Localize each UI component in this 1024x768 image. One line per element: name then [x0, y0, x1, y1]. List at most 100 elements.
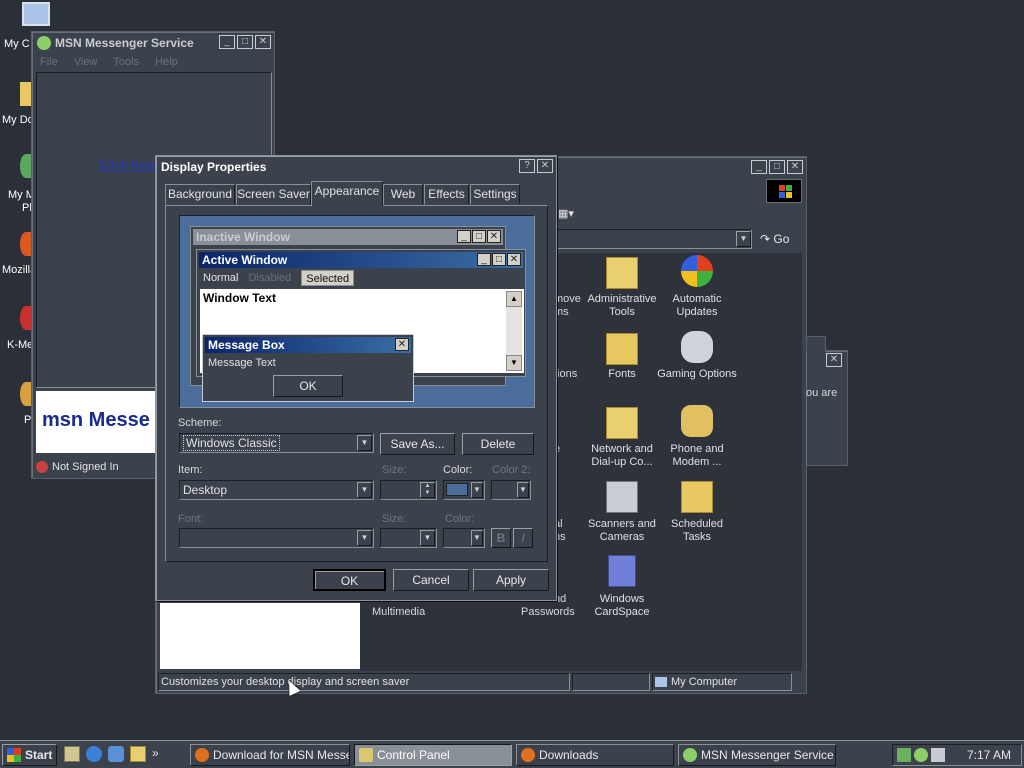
tab-settings[interactable]: Settings	[470, 184, 520, 205]
chevron-down-icon[interactable]: ▼	[517, 482, 529, 498]
menu-file[interactable]: File	[40, 56, 58, 68]
cancel-button[interactable]: Cancel	[393, 569, 469, 591]
msn-tray-icon[interactable]	[914, 748, 928, 762]
task-label: MSN Messenger Service	[701, 748, 834, 762]
control-panel-item-label[interactable]: Automatic Updates	[657, 293, 737, 319]
scheme-select[interactable]: Windows Classic ▼	[179, 433, 374, 453]
control-panel-item-label[interactable]: Administrative Tools	[582, 293, 662, 319]
minimize-button[interactable]: _	[219, 35, 235, 49]
chevron-down-icon[interactable]: ▼	[471, 530, 483, 546]
desktop-icon-label[interactable]: My Do	[2, 114, 34, 126]
preview-active-titlebar: Active Window	[199, 252, 523, 268]
preview-ok-button: OK	[273, 375, 343, 397]
item-color2-picker[interactable]: ▼	[491, 480, 531, 500]
explorer-icon[interactable]	[130, 746, 146, 762]
control-panel-item-label[interactable]: Fonts	[582, 368, 662, 381]
scheduled-tasks-icon[interactable]	[681, 481, 713, 513]
automatic-updates-icon[interactable]	[681, 255, 713, 287]
desktop-icon-label[interactable]: K-Me	[7, 339, 33, 351]
network-dialup-icon[interactable]	[606, 407, 638, 439]
chevron-down-icon[interactable]: ▼	[357, 435, 372, 451]
go-button[interactable]: ↷ Go	[760, 230, 789, 248]
chevron-right-icon[interactable]: »	[152, 746, 162, 762]
network-tray-icon[interactable]	[897, 748, 911, 762]
control-panel-item-label[interactable]: Scanners and Cameras	[582, 518, 662, 544]
msn-buddy-icon	[683, 748, 697, 762]
control-panel-white-pane	[160, 603, 360, 669]
item-size-stepper[interactable]: ▲ ▼	[380, 480, 437, 500]
bold-button[interactable]: B	[491, 528, 511, 548]
control-panel-item-label[interactable]: Gaming Options	[657, 368, 737, 381]
partial-label[interactable]: move	[554, 293, 581, 305]
appearance-preview: Inactive Window _ □ ✕ Active Window _ □ ✕ No…	[179, 215, 535, 408]
tab-appearance[interactable]: Appearance	[311, 181, 383, 206]
control-panel-item-label[interactable]: Windows CardSpace	[582, 593, 662, 619]
close-button[interactable]: ✕	[255, 35, 271, 49]
italic-button[interactable]: I	[513, 528, 533, 548]
partial-label[interactable]: tions	[554, 368, 577, 380]
task-downloads[interactable]: Downloads	[516, 744, 674, 766]
maximize-button[interactable]: □	[769, 160, 785, 174]
system-tray: 7:17 AM	[892, 744, 1022, 766]
phone-modem-icon[interactable]	[681, 405, 713, 437]
save-as-button[interactable]: Save As...	[380, 433, 455, 455]
help-button[interactable]: ?	[519, 159, 535, 173]
font-size-select[interactable]: ▼	[380, 528, 437, 548]
start-button[interactable]: Start	[2, 744, 57, 766]
menu-tools[interactable]: Tools	[113, 56, 139, 68]
item-select[interactable]: Desktop ▼	[179, 480, 374, 500]
partial-label[interactable]: Passwords	[521, 606, 575, 618]
close-button[interactable]: ✕	[787, 160, 803, 174]
font-select[interactable]: ▼	[179, 528, 374, 548]
tab-screen-saver[interactable]: Screen Saver	[236, 184, 311, 205]
task-msn-messenger[interactable]: MSN Messenger Service	[678, 744, 836, 766]
maximize-button[interactable]: □	[237, 35, 253, 49]
task-download-msn[interactable]: Download for MSN Messe...	[190, 744, 350, 766]
background-dialog-edge	[806, 336, 826, 352]
chevron-down-icon[interactable]: ▼	[357, 530, 372, 546]
volume-tray-icon[interactable]	[931, 748, 945, 762]
control-panel-item-label[interactable]: Network and Dial-up Co...	[582, 443, 662, 469]
gaming-options-icon[interactable]	[681, 331, 713, 363]
clock[interactable]: 7:17 AM	[967, 748, 1011, 762]
control-panel-item-label[interactable]: Scheduled Tasks	[657, 518, 737, 544]
address-dropdown-icon[interactable]: ▼	[736, 231, 751, 247]
spinner-icon[interactable]: ▲ ▼	[420, 482, 435, 498]
tab-web[interactable]: Web	[383, 184, 423, 205]
minimize-button[interactable]: _	[751, 160, 767, 174]
chevron-down-icon[interactable]: ▼	[420, 530, 435, 546]
font-color-picker[interactable]: ▼	[443, 528, 485, 548]
views-icon[interactable]: ▦▾	[558, 207, 580, 221]
quick-launch: »	[64, 746, 162, 762]
ie-icon[interactable]	[86, 746, 102, 762]
tab-background[interactable]: Background	[165, 184, 235, 205]
item-color-picker[interactable]: ▼	[443, 480, 485, 500]
desktop-icon-label[interactable]: My C	[4, 38, 30, 50]
ok-button[interactable]: OK	[313, 569, 386, 591]
task-control-panel[interactable]: Control Panel	[354, 744, 512, 766]
my-computer-icon[interactable]	[22, 2, 50, 26]
tab-effects[interactable]: Effects	[424, 184, 469, 205]
delete-button[interactable]: Delete	[462, 433, 534, 455]
administrative-tools-icon[interactable]	[606, 257, 638, 289]
background-dialog-text: ou are	[806, 387, 838, 399]
display-properties-title-bar[interactable]: Display Properties	[158, 158, 554, 176]
address-bar[interactable]	[556, 229, 752, 249]
fonts-icon[interactable]	[606, 333, 638, 365]
start-label: Start	[25, 748, 53, 762]
menu-help[interactable]: Help	[155, 56, 178, 68]
msn-click-here-link[interactable]: Click here	[99, 158, 156, 172]
windows-cardspace-icon[interactable]	[608, 555, 636, 587]
menu-view[interactable]: View	[74, 56, 98, 68]
preview-inactive-buttons: _ □ ✕	[457, 230, 501, 243]
partial-label[interactable]: Multimedia	[372, 606, 425, 618]
control-panel-item-label[interactable]: Phone and Modem ...	[657, 443, 737, 469]
close-button[interactable]: ✕	[537, 159, 553, 173]
chevron-down-icon[interactable]: ▼	[357, 482, 372, 498]
scanners-cameras-icon[interactable]	[606, 481, 638, 513]
close-button[interactable]: ✕	[826, 353, 842, 367]
apply-button[interactable]: Apply	[473, 569, 549, 591]
outlook-icon[interactable]	[108, 746, 124, 762]
chevron-down-icon[interactable]: ▼	[471, 482, 483, 498]
show-desktop-icon[interactable]	[64, 746, 80, 762]
